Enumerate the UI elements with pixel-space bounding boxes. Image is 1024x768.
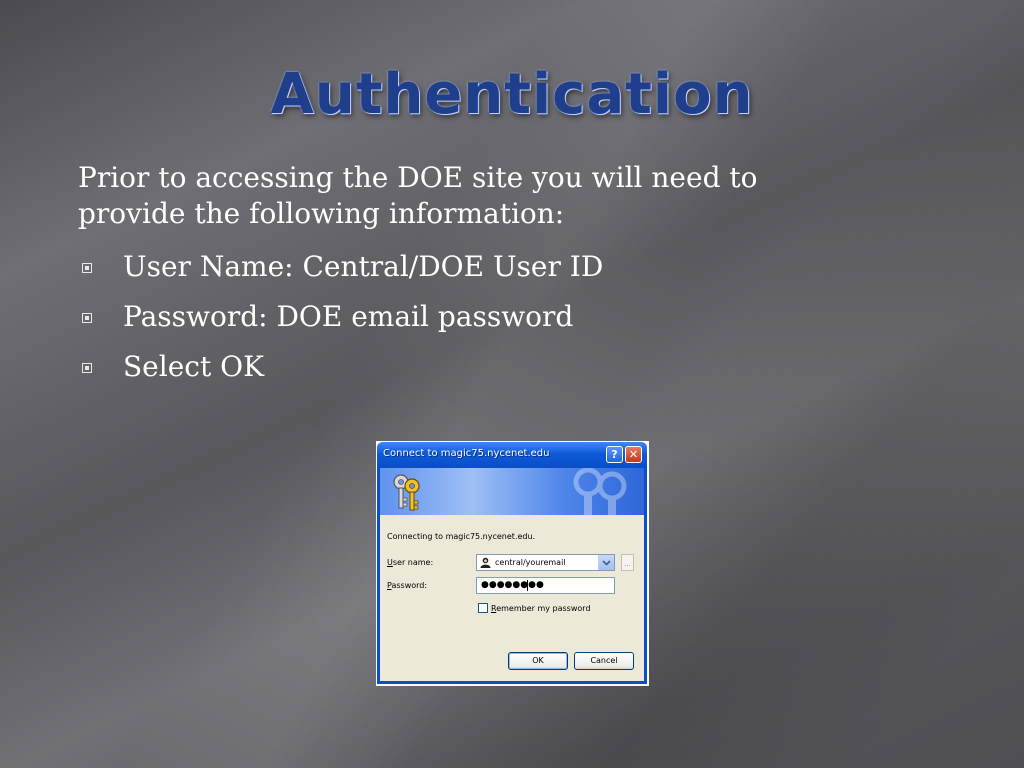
keys-watermark-icon [573, 468, 627, 515]
close-icon: ✕ [628, 448, 639, 461]
square-bullet-icon [82, 313, 92, 323]
dialog-banner [380, 468, 644, 515]
user-name-label-text: ser name: [392, 558, 434, 567]
cancel-button[interactable]: Cancel [574, 652, 634, 670]
ok-button[interactable]: OK [508, 652, 568, 670]
bullet-item: Password: DOE email password [78, 297, 778, 347]
bullet-text: User Name: Central/DOE User ID [123, 250, 604, 283]
dropdown-arrow-icon [602, 560, 611, 566]
password-field[interactable]: ●●●●●●●● [476, 577, 615, 594]
remember-label-text: emember my password [496, 604, 591, 613]
bullet-text: Select OK [123, 350, 264, 383]
password-label-text: assword: [391, 581, 428, 590]
dialog-frame: Connect to magic75.nycenet.edu ? ✕ Conne… [377, 442, 647, 684]
user-name-value: central/youremail [495, 558, 566, 567]
text-caret [527, 580, 528, 591]
intro-text: Prior to accessing the DOE site you will… [78, 161, 758, 230]
square-bullet-icon [82, 363, 92, 373]
browse-button[interactable]: ... [621, 554, 634, 571]
square-bullet-icon [82, 263, 92, 273]
help-button[interactable]: ? [606, 446, 623, 463]
help-icon: ? [611, 448, 618, 461]
close-button[interactable]: ✕ [625, 446, 642, 463]
bullet-text: Password: DOE email password [123, 300, 574, 333]
remember-password-label[interactable]: Remember my password [491, 604, 591, 613]
dialog-client-area: Connecting to magic75.nycenet.edu. User … [380, 468, 644, 681]
password-label: Password: [387, 581, 427, 590]
bullet-item: User Name: Central/DOE User ID [78, 247, 778, 297]
user-name-combo[interactable]: central/youremail [476, 554, 615, 571]
user-icon [480, 557, 491, 568]
keys-icon [393, 474, 420, 511]
bullet-item: Select OK [78, 347, 778, 397]
dialog-title: Connect to magic75.nycenet.edu [383, 448, 550, 459]
dialog-titlebar: Connect to magic75.nycenet.edu ? ✕ [377, 442, 647, 468]
login-dialog-screenshot: Connect to magic75.nycenet.edu ? ✕ Conne… [376, 441, 649, 686]
remember-password-checkbox[interactable] [478, 603, 488, 613]
password-mask: ●●●●●●●● [481, 580, 544, 590]
bullet-list: User Name: Central/DOE User ID Password:… [78, 247, 778, 397]
user-dropdown-button[interactable] [598, 555, 614, 570]
user-name-label: User name: [387, 558, 433, 567]
connecting-text: Connecting to magic75.nycenet.edu. [387, 532, 536, 541]
slide-title: Authentication [270, 62, 754, 127]
